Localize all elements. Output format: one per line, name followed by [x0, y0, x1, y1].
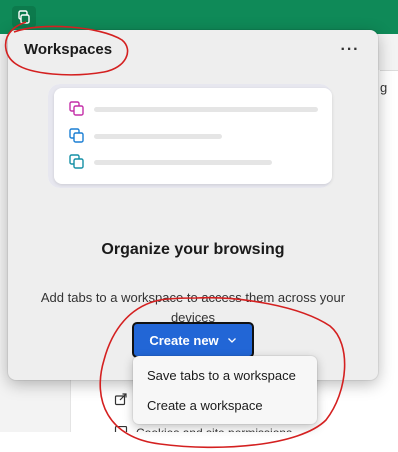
bottom-area — [0, 432, 398, 452]
workspaces-illustration — [54, 88, 332, 184]
menu-item-create-workspace[interactable]: Create a workspace — [133, 390, 317, 420]
create-new-menu: Save tabs to a workspace Create a worksp… — [133, 356, 317, 424]
workspaces-flyout: Workspaces ··· Organize your browsing Ad… — [8, 30, 378, 380]
empty-state-heading: Organize your browsing — [101, 241, 285, 258]
background-tab-text: g — [380, 80, 388, 95]
workspace-icon-teal — [69, 154, 84, 169]
more-options-button[interactable]: ··· — [336, 38, 364, 62]
create-new-label: Create new — [149, 332, 219, 348]
title-bar — [0, 0, 398, 34]
placeholder-line — [94, 133, 222, 139]
workspaces-icon[interactable] — [12, 6, 36, 28]
more-icon: ··· — [340, 41, 360, 58]
flyout-title: Workspaces — [24, 41, 113, 58]
chevron-down-icon — [227, 338, 236, 343]
share-icon — [114, 392, 128, 409]
placeholder-line — [94, 106, 318, 112]
workspace-icon-pink — [69, 101, 84, 116]
divider — [380, 70, 398, 71]
create-new-button[interactable]: Create new — [132, 322, 254, 358]
placeholder-line — [94, 159, 272, 165]
menu-item-save-tabs[interactable]: Save tabs to a workspace — [133, 360, 317, 390]
workspace-icon-blue — [69, 128, 84, 143]
background-share-row — [114, 392, 128, 409]
